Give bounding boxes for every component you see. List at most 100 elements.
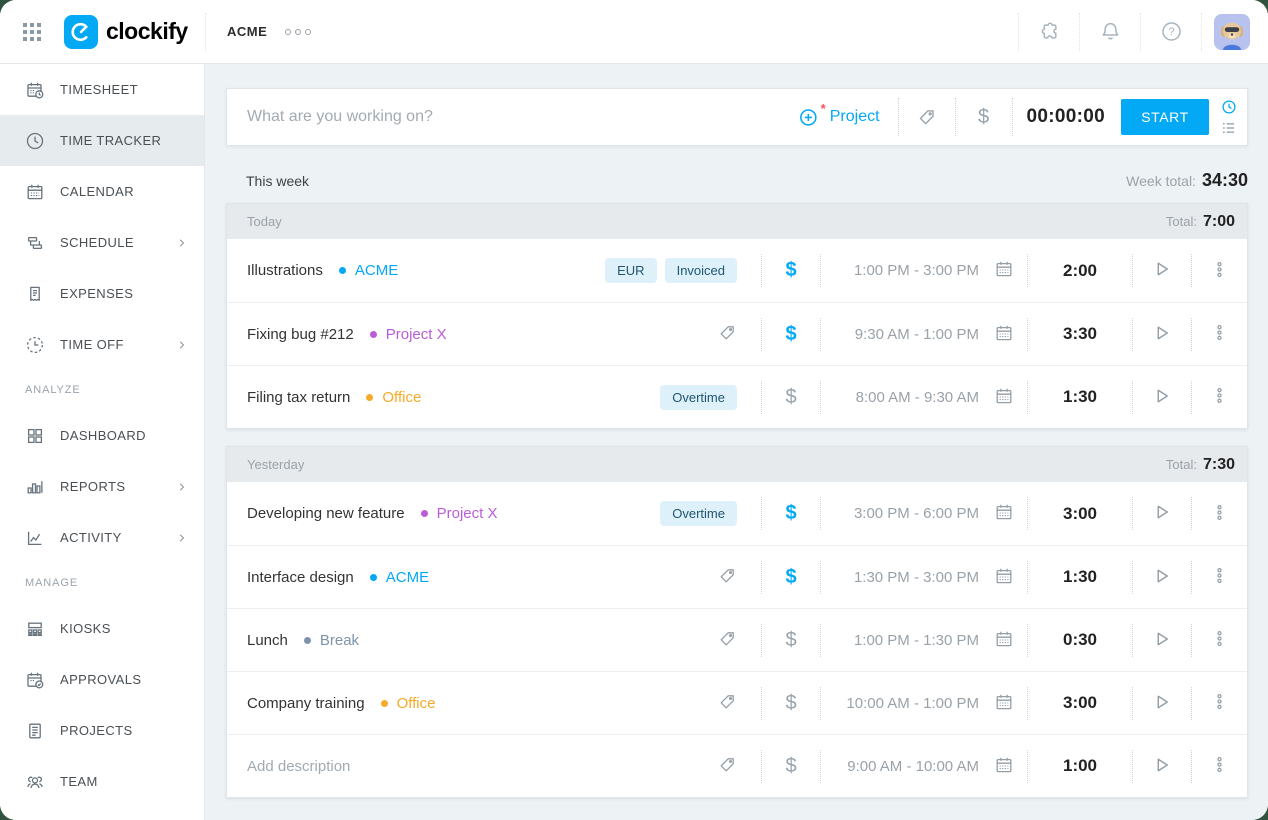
entry-duration[interactable]: 2:00 — [1028, 261, 1132, 281]
continue-entry-button[interactable] — [1151, 691, 1173, 716]
help-button[interactable]: ? — [1160, 20, 1183, 43]
entry-description[interactable]: Add description — [247, 758, 350, 775]
notifications-button[interactable] — [1099, 20, 1122, 43]
timer-mode-button[interactable] — [1221, 99, 1237, 115]
entry-duration[interactable]: 3:30 — [1028, 324, 1132, 344]
tags-button[interactable] — [717, 323, 737, 346]
calendar-button[interactable] — [994, 386, 1014, 409]
workspace-name[interactable]: ACME — [227, 24, 267, 39]
tags-button[interactable] — [717, 566, 737, 589]
entry-menu-button[interactable] — [1210, 386, 1229, 408]
sidebar-item-approvals[interactable]: APPROVALS — [0, 654, 204, 705]
entry-menu-button[interactable] — [1210, 755, 1229, 777]
tags-button[interactable] — [717, 755, 737, 778]
sidebar-item-calendar[interactable]: CALENDAR — [0, 166, 204, 217]
billable-button[interactable]: $ — [762, 501, 820, 526]
project-button[interactable]: * Project — [792, 101, 898, 128]
entry-menu-button[interactable] — [1210, 692, 1229, 714]
calendar-button[interactable] — [994, 629, 1014, 652]
entry-time-range[interactable]: 9:00 AM - 10:00 AM — [847, 758, 979, 775]
billable-button[interactable]: $ — [762, 385, 820, 410]
entry-menu-button[interactable] — [1210, 260, 1229, 282]
entry-duration[interactable]: 3:00 — [1028, 693, 1132, 713]
continue-entry-button[interactable] — [1151, 322, 1173, 347]
entry-project[interactable]: Office — [366, 389, 421, 406]
calendar-button[interactable] — [994, 502, 1014, 525]
sidebar-item-expenses[interactable]: EXPENSES — [0, 268, 204, 319]
sidebar-item-time-tracker[interactable]: TIME TRACKER — [0, 115, 204, 166]
entry-time-range[interactable]: 1:30 PM - 3:00 PM — [854, 569, 979, 586]
entry-description[interactable]: Company training — [247, 695, 365, 712]
avatar[interactable] — [1214, 13, 1250, 50]
continue-entry-button[interactable] — [1151, 501, 1173, 526]
entry-project[interactable]: Office — [380, 695, 435, 712]
tag-pill[interactable]: Overtime — [660, 384, 737, 410]
billable-button[interactable]: $ — [762, 754, 820, 779]
sidebar-item-activity[interactable]: ACTIVITY — [0, 512, 204, 563]
tags-button[interactable] — [717, 692, 737, 715]
entry-project[interactable]: ACME — [338, 262, 398, 279]
calendar-button[interactable] — [994, 323, 1014, 346]
entry-description[interactable]: Interface design — [247, 569, 354, 586]
entry-time-range[interactable]: 10:00 AM - 1:00 PM — [846, 695, 979, 712]
tag-pill[interactable]: Invoiced — [664, 258, 737, 283]
integrations-button[interactable] — [1038, 20, 1061, 43]
continue-entry-button[interactable] — [1151, 754, 1173, 779]
entry-description[interactable]: Fixing bug #212 — [247, 326, 354, 343]
entry-project[interactable]: ACME — [369, 569, 429, 586]
entry-duration[interactable]: 0:30 — [1028, 630, 1132, 650]
description-input[interactable] — [227, 108, 792, 126]
manual-mode-button[interactable] — [1221, 120, 1237, 136]
sidebar-item-schedule[interactable]: SCHEDULE — [0, 217, 204, 268]
entry-description[interactable]: Developing new feature — [247, 505, 405, 522]
entry-description[interactable]: Lunch — [247, 632, 288, 649]
calendar-button[interactable] — [994, 259, 1014, 282]
tag-pill[interactable]: Overtime — [660, 501, 737, 526]
start-button[interactable]: START — [1121, 99, 1209, 135]
continue-entry-button[interactable] — [1151, 628, 1173, 653]
billable-button[interactable]: $ — [762, 691, 820, 716]
continue-entry-button[interactable] — [1151, 258, 1173, 283]
billable-button[interactable]: $ — [762, 258, 820, 283]
entry-duration[interactable]: 1:30 — [1028, 387, 1132, 407]
sidebar-item-kiosks[interactable]: KIOSKS — [0, 603, 204, 654]
brand[interactable]: clockify — [64, 14, 188, 49]
tags-button[interactable] — [717, 629, 737, 652]
calendar-button[interactable] — [994, 755, 1014, 778]
billable-button[interactable]: $ — [956, 105, 1012, 130]
entry-description[interactable]: Illustrations — [247, 262, 323, 279]
entry-menu-button[interactable] — [1210, 503, 1229, 525]
entry-time-range[interactable]: 1:00 PM - 1:30 PM — [854, 632, 979, 649]
sidebar-item-team[interactable]: TEAM — [0, 756, 204, 807]
tag-pill[interactable]: EUR — [605, 258, 657, 283]
sidebar-item-timesheet[interactable]: TIMESHEET — [0, 64, 204, 115]
entry-time-range[interactable]: 8:00 AM - 9:30 AM — [856, 389, 979, 406]
billable-button[interactable]: $ — [762, 322, 820, 347]
billable-button[interactable]: $ — [762, 628, 820, 653]
entry-description[interactable]: Filing tax return — [247, 389, 350, 406]
entry-duration[interactable]: 3:00 — [1028, 504, 1132, 524]
entry-project[interactable]: Project X — [420, 505, 497, 522]
entry-project[interactable]: Project X — [369, 326, 447, 343]
entry-time-range[interactable]: 3:00 PM - 6:00 PM — [854, 505, 979, 522]
entry-time-range[interactable]: 9:30 AM - 1:00 PM — [855, 326, 979, 343]
entry-time-range[interactable]: 1:00 PM - 3:00 PM — [854, 262, 979, 279]
entry-menu-button[interactable] — [1210, 323, 1229, 345]
continue-entry-button[interactable] — [1151, 385, 1173, 410]
entry-duration[interactable]: 1:00 — [1028, 756, 1132, 776]
billable-button[interactable]: $ — [762, 565, 820, 590]
sidebar-item-time-off[interactable]: TIME OFF — [0, 319, 204, 370]
continue-entry-button[interactable] — [1151, 565, 1173, 590]
tags-button[interactable] — [899, 106, 955, 129]
sidebar-item-projects[interactable]: PROJECTS — [0, 705, 204, 756]
entry-duration[interactable]: 1:30 — [1028, 567, 1132, 587]
sidebar-item-reports[interactable]: REPORTS — [0, 461, 204, 512]
entry-menu-button[interactable] — [1210, 566, 1229, 588]
entry-menu-button[interactable] — [1210, 629, 1229, 651]
calendar-button[interactable] — [994, 566, 1014, 589]
sidebar-item-dashboard[interactable]: DASHBOARD — [0, 410, 204, 461]
calendar-button[interactable] — [994, 692, 1014, 715]
apps-grid-button[interactable] — [23, 22, 41, 41]
entry-project[interactable]: Break — [303, 632, 359, 649]
workspace-more-icon[interactable] — [285, 28, 312, 35]
